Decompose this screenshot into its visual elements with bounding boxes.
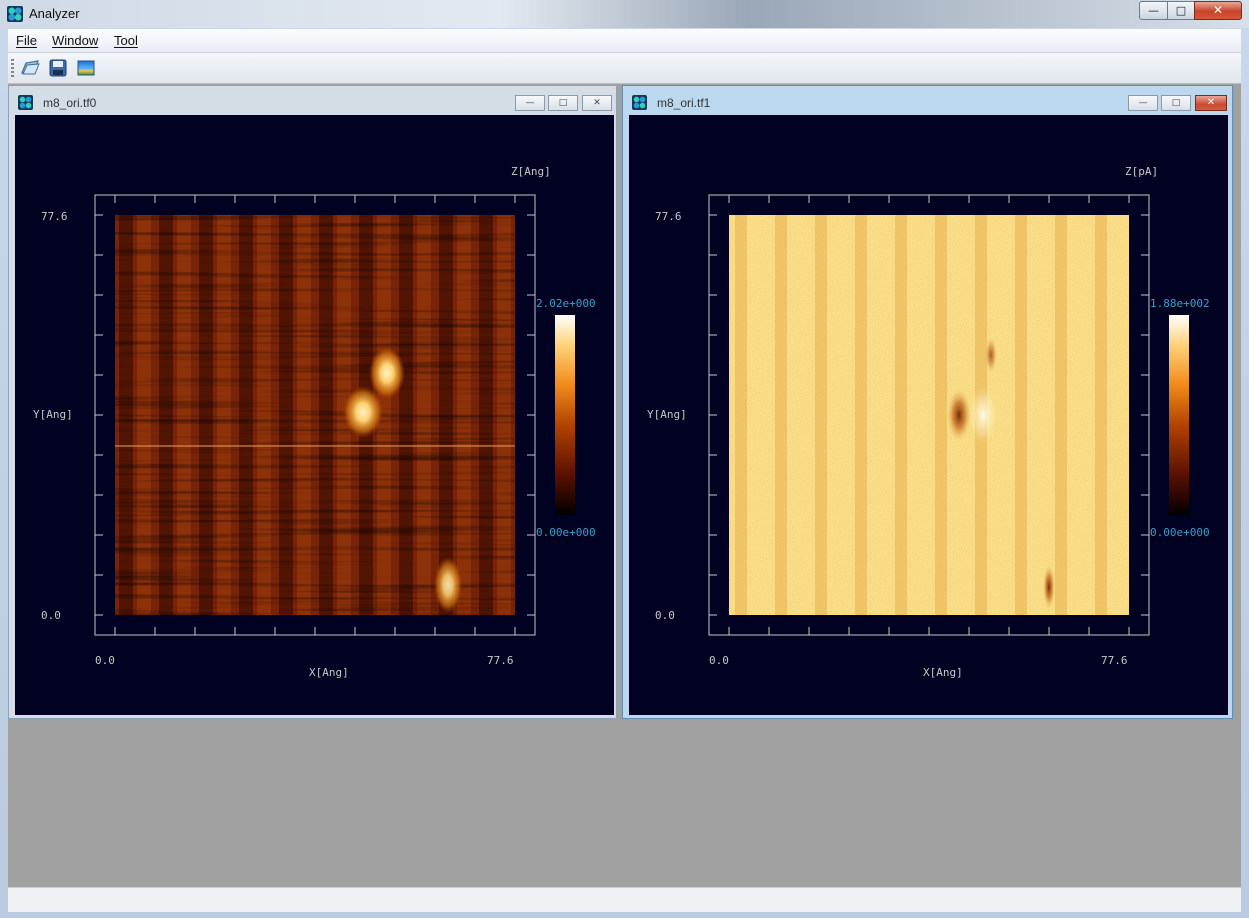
child-restore-button[interactable]: □	[1161, 95, 1191, 111]
save-button[interactable]	[48, 58, 68, 78]
bright-feature	[434, 557, 462, 613]
close-icon: ✕	[1212, 3, 1224, 17]
menubar: File Window Tool	[8, 29, 1241, 53]
open-button[interactable]	[20, 58, 40, 78]
child-window-title: m8_ori.tf0	[43, 96, 97, 110]
maximize-button[interactable]: □	[1167, 1, 1195, 20]
image-pixel-noise	[729, 215, 1129, 615]
dark-feature	[947, 389, 971, 441]
toolbar	[8, 53, 1241, 84]
y-axis-label: Y[Ang]	[33, 408, 73, 421]
z-axis-label: Z[Ang]	[511, 165, 551, 178]
menu-file[interactable]: File	[16, 33, 37, 48]
image-button[interactable]	[76, 58, 96, 78]
x-max-label: 77.6	[1101, 654, 1128, 667]
y-max-label: 77.6	[41, 210, 68, 223]
bright-feature	[369, 347, 405, 399]
dark-feature	[985, 337, 997, 373]
child-restore-button[interactable]: □	[548, 95, 578, 111]
open-folder-icon	[21, 60, 40, 75]
x-min-label: 0.0	[95, 654, 115, 667]
x-max-label: 77.6	[487, 654, 514, 667]
y-axis-label: Y[Ang]	[647, 408, 687, 421]
y-min-label: 0.0	[655, 609, 675, 622]
analyzer-app-icon	[7, 6, 23, 22]
y-min-label: 0.0	[41, 609, 61, 622]
light-feature	[969, 387, 997, 443]
colorbar-max-label: 1.88e+002	[1150, 297, 1210, 310]
child-minimize-button[interactable]: —	[515, 95, 545, 111]
colorbar	[555, 315, 575, 515]
colorbar-min-label: 0.00e+000	[536, 526, 596, 539]
image-icon	[77, 60, 95, 76]
minimize-button[interactable]: —	[1139, 1, 1168, 20]
colorbar-min-label: 0.00e+000	[1150, 526, 1210, 539]
toolbar-grip[interactable]	[11, 59, 14, 79]
colorbar	[1169, 315, 1189, 515]
app-title: Analyzer	[29, 6, 80, 21]
child-window-tf1: m8_ori.tf1 — □ ✕ Z[pA] 77.6 0.0 Y[Ang] 0…	[622, 85, 1233, 719]
app-titlebar[interactable]: Analyzer — □ ✕	[0, 0, 1249, 28]
maximize-icon: □	[1175, 4, 1187, 17]
child-window-tf0: m8_ori.tf0 — □ ✕ Z[Ang] 77.6 0.0 Y[Ang] …	[8, 85, 617, 719]
current-plot: Z[pA] 77.6 0.0 Y[Ang] 0.0 77.6 X[Ang] 1.…	[647, 165, 1210, 679]
close-button[interactable]: ✕	[1194, 1, 1242, 20]
minimize-icon: —	[1148, 4, 1159, 17]
child-close-button[interactable]: ✕	[1195, 95, 1227, 111]
minimize-icon: —	[1138, 98, 1148, 108]
child-close-button[interactable]: ✕	[582, 95, 612, 111]
dark-feature	[1043, 565, 1055, 609]
child-titlebar[interactable]: m8_ori.tf0 — □ ✕	[9, 86, 616, 114]
child-window-title: m8_ori.tf1	[657, 96, 711, 110]
x-axis-label: X[Ang]	[923, 666, 963, 679]
analyzer-app-window: Analyzer — □ ✕ File Window Tool m8_ori.t…	[0, 0, 1249, 918]
plot-canvas[interactable]: Z[Ang] 77.6 0.0 Y[Ang] 0.0 77.6 X[Ang] 2…	[15, 115, 614, 715]
image-scan-noise	[115, 215, 515, 615]
x-axis-label: X[Ang]	[309, 666, 349, 679]
topography-plot: Z[Ang] 77.6 0.0 Y[Ang] 0.0 77.6 X[Ang] 2…	[33, 165, 596, 679]
document-icon	[632, 95, 647, 110]
colorbar-max-label: 2.02e+000	[536, 297, 596, 310]
restore-icon: □	[558, 98, 568, 108]
menu-tool[interactable]: Tool	[114, 33, 138, 48]
plot-canvas[interactable]: Z[pA] 77.6 0.0 Y[Ang] 0.0 77.6 X[Ang] 1.…	[629, 115, 1228, 715]
menu-window[interactable]: Window	[52, 33, 98, 48]
restore-icon: □	[1171, 98, 1181, 108]
status-bar	[8, 887, 1241, 912]
document-icon	[18, 95, 33, 110]
child-minimize-button[interactable]: —	[1128, 95, 1158, 111]
x-min-label: 0.0	[709, 654, 729, 667]
minimize-icon: —	[525, 98, 535, 108]
close-icon: ✕	[593, 98, 601, 108]
child-titlebar[interactable]: m8_ori.tf1 — □ ✕	[623, 86, 1232, 114]
scan-line-artifact	[115, 445, 515, 447]
mdi-workspace: m8_ori.tf0 — □ ✕ Z[Ang] 77.6 0.0 Y[Ang] …	[8, 84, 1241, 887]
save-disk-icon	[49, 59, 67, 77]
close-icon: ✕	[1206, 97, 1216, 108]
y-max-label: 77.6	[655, 210, 682, 223]
z-axis-label: Z[pA]	[1125, 165, 1158, 178]
